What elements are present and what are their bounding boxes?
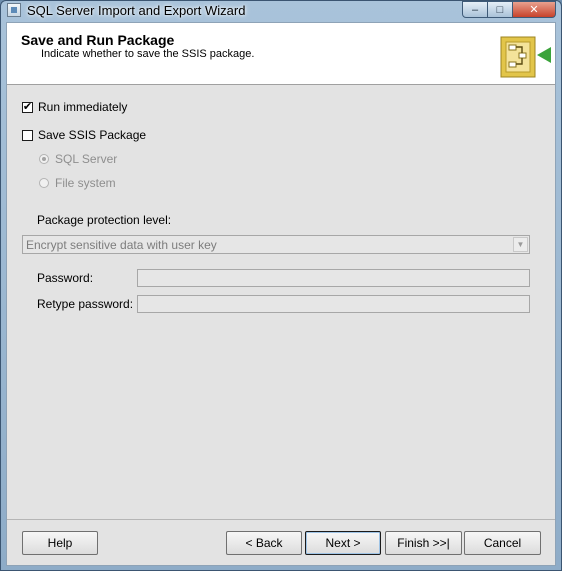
retype-password-label: Retype password:	[37, 297, 134, 311]
retype-password-input[interactable]	[137, 295, 530, 313]
maximize-button[interactable]: □	[488, 1, 513, 18]
protection-level-select[interactable]: Encrypt sensitive data with user key ▼	[22, 235, 530, 254]
close-button[interactable]: ✕	[513, 1, 556, 18]
title-bar[interactable]: SQL Server Import and Export Wizard – □ …	[1, 1, 561, 21]
window-title: SQL Server Import and Export Wizard	[27, 3, 246, 18]
wizard-client-area: Save and Run Package Indicate whether to…	[6, 22, 556, 566]
protection-level-value: Encrypt sensitive data with user key	[26, 238, 217, 252]
sql-server-option[interactable]: SQL Server	[39, 151, 117, 167]
next-button[interactable]: Next >	[305, 531, 381, 555]
package-wizard-icon	[500, 36, 551, 78]
run-immediately-label: Run immediately	[38, 100, 128, 114]
footer-divider	[7, 519, 555, 520]
sql-server-label: SQL Server	[55, 152, 118, 166]
password-input[interactable]	[137, 269, 530, 287]
run-immediately-checkbox[interactable]: ✔	[22, 101, 33, 113]
file-system-label: File system	[55, 176, 116, 190]
app-icon	[7, 3, 21, 17]
protection-level-label: Package protection level:	[37, 213, 172, 227]
page-title: Save and Run Package	[21, 32, 175, 48]
page-subtitle: Indicate whether to save the SSIS packag…	[41, 48, 255, 60]
password-label: Password:	[37, 271, 94, 285]
chevron-down-icon[interactable]: ▼	[513, 237, 528, 252]
back-button[interactable]: < Back	[226, 531, 302, 555]
file-system-option[interactable]: File system	[39, 175, 116, 191]
save-ssis-package-checkbox[interactable]	[22, 129, 33, 141]
minimize-button[interactable]: –	[462, 1, 488, 18]
wizard-window: SQL Server Import and Export Wizard – □ …	[0, 0, 562, 571]
sql-server-radio[interactable]	[39, 154, 49, 164]
cancel-button[interactable]: Cancel	[464, 531, 541, 555]
save-ssis-package-label: Save SSIS Package	[38, 128, 147, 142]
file-system-radio[interactable]	[39, 178, 49, 188]
window-controls: – □ ✕	[462, 1, 556, 19]
wizard-header: Save and Run Package Indicate whether to…	[7, 23, 555, 85]
finish-button[interactable]: Finish >>|	[385, 531, 462, 555]
save-ssis-package-option[interactable]: Save SSIS Package	[22, 127, 146, 143]
run-immediately-option[interactable]: ✔ Run immediately	[22, 99, 127, 115]
help-button[interactable]: Help	[22, 531, 98, 555]
